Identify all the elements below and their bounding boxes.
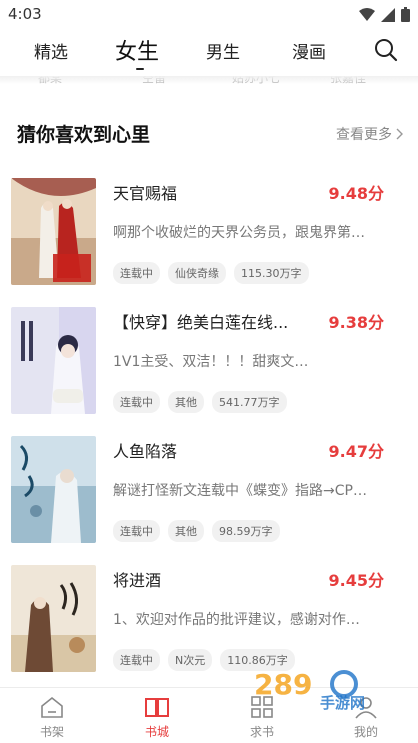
book-open-icon <box>145 698 169 717</box>
book-tags: 连载中 其他 98.59万字 <box>113 520 280 542</box>
nav-request-label: 求书 <box>249 725 274 739</box>
genre-tag: 仙侠奇缘 <box>168 262 226 284</box>
search-icon[interactable] <box>374 38 398 62</box>
book-item[interactable]: 人鱼陷落 9.47分 解谜打怪新文连载中《蝶变》指路→CP… 连载中 其他 98… <box>0 436 418 548</box>
nav-shadow <box>0 76 418 84</box>
word-count-tag: 541.77万字 <box>212 391 287 413</box>
book-cover[interactable] <box>11 565 96 672</box>
book-title: 天官赐福 <box>113 184 178 203</box>
genre-tag: 其他 <box>168 391 204 413</box>
book-title: 人鱼陷落 <box>113 442 178 461</box>
tab-comics[interactable]: 漫画 <box>292 38 326 63</box>
book-item[interactable]: 天官赐福 9.48分 啊那个收破烂的天界公务员，跟鬼界第… 连载中 仙侠奇缘 1… <box>0 178 418 290</box>
book-cover[interactable] <box>11 436 96 543</box>
book-description: 解谜打怪新文连载中《蝶变》指路→CP… <box>113 483 367 499</box>
book-title: 将进酒 <box>113 571 162 590</box>
book-tags: 连载中 仙侠奇缘 115.30万字 <box>113 262 309 284</box>
book-description: 啊那个收破烂的天界公务员，跟鬼界第… <box>113 225 365 241</box>
view-more-label: 查看更多 <box>336 127 392 143</box>
status-tag: 连载中 <box>113 391 160 413</box>
bookshelf-icon <box>41 696 63 718</box>
nav-request[interactable]: 求书 <box>232 694 292 740</box>
section-title: 猜你喜欢到心里 <box>17 124 151 146</box>
status-tag: 连载中 <box>113 262 160 284</box>
book-tags: 连载中 N次元 110.86万字 <box>113 649 295 671</box>
status-tag: 连载中 <box>113 520 160 542</box>
status-icons <box>359 7 410 22</box>
bottom-nav: 书架 书城 求书 我的 <box>0 687 418 743</box>
genre-tag: 其他 <box>168 520 204 542</box>
book-score: 9.38分 <box>328 313 384 332</box>
section-header: 猜你喜欢到心里 查看更多 <box>0 112 418 152</box>
book-score: 9.47分 <box>328 442 384 461</box>
book-item[interactable]: 将进酒 9.45分 1、欢迎对作品的批评建议，感谢对作… 连载中 N次元 110… <box>0 565 418 677</box>
nav-profile-label: 我的 <box>353 725 378 739</box>
nav-profile[interactable]: 我的 <box>336 694 396 740</box>
book-item[interactable]: 【快穿】绝美白莲在线... 9.38分 1V1主受、双洁！！！甜爽文… 连载中 … <box>0 307 418 419</box>
book-score: 9.45分 <box>328 571 384 590</box>
tab-male[interactable]: 男生 <box>206 38 240 63</box>
tab-female[interactable]: 女生 <box>115 34 159 66</box>
signal-icon <box>381 7 395 22</box>
user-icon <box>355 697 377 719</box>
grid-icon <box>251 696 273 718</box>
top-nav: 精选 女生 男生 漫画 <box>0 30 418 76</box>
book-score: 9.48分 <box>328 184 384 203</box>
book-cover[interactable] <box>11 178 96 285</box>
view-more-link[interactable]: 查看更多 <box>336 124 404 144</box>
nav-bookshelf[interactable]: 书架 <box>22 694 82 740</box>
word-count-tag: 98.59万字 <box>212 520 280 542</box>
status-tag: 连载中 <box>113 649 160 671</box>
status-bar: 4:03 <box>0 0 418 30</box>
tab-featured[interactable]: 精选 <box>34 38 68 63</box>
nav-bookstore-label: 书城 <box>144 725 169 739</box>
nav-bookshelf-label: 书架 <box>39 725 64 739</box>
book-title: 【快穿】绝美白莲在线... <box>113 313 289 332</box>
chevron-right-icon <box>396 128 403 140</box>
active-tab-indicator <box>136 68 144 70</box>
nav-bookstore[interactable]: 书城 <box>127 694 187 740</box>
battery-icon <box>401 7 410 22</box>
status-time: 4:03 <box>8 5 42 23</box>
book-description: 1V1主受、双洁！！！甜爽文… <box>113 354 309 370</box>
wifi-icon <box>359 7 375 21</box>
word-count-tag: 110.86万字 <box>220 649 295 671</box>
book-tags: 连载中 其他 541.77万字 <box>113 391 287 413</box>
book-cover[interactable] <box>11 307 96 414</box>
genre-tag: N次元 <box>168 649 213 671</box>
book-description: 1、欢迎对作品的批评建议，感谢对作… <box>113 612 360 628</box>
word-count-tag: 115.30万字 <box>234 262 309 284</box>
